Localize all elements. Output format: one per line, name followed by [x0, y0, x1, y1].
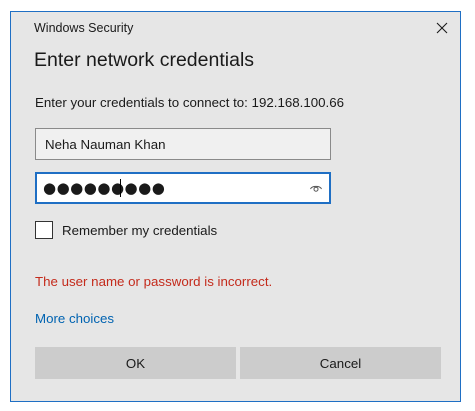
title-bar: Windows Security — [11, 12, 460, 44]
username-value: Neha Nauman Khan — [45, 137, 166, 152]
cancel-button[interactable]: Cancel — [240, 347, 441, 379]
reveal-password-button[interactable] — [309, 181, 323, 195]
password-value: ●●●●●●●●● — [43, 179, 166, 197]
more-choices-link[interactable]: More choices — [35, 311, 114, 326]
remember-checkbox[interactable] — [35, 221, 53, 239]
remember-credentials[interactable]: Remember my credentials — [35, 221, 217, 239]
window-title: Windows Security — [34, 21, 134, 35]
remember-label: Remember my credentials — [62, 222, 218, 238]
credentials-dialog: Windows Security Enter network credentia… — [10, 11, 461, 402]
password-field[interactable]: ●●●●●●●●● — [35, 172, 331, 204]
username-field[interactable]: Neha Nauman Khan — [35, 128, 331, 160]
eye-icon — [310, 185, 322, 192]
error-message: The user name or password is incorrect. — [35, 274, 273, 289]
close-button[interactable] — [424, 12, 460, 44]
dialog-heading: Enter network credentials — [34, 49, 255, 71]
text-caret — [120, 179, 121, 197]
close-icon — [436, 22, 448, 34]
ok-button[interactable]: OK — [35, 347, 236, 379]
connection-prompt: Enter your credentials to connect to: 19… — [35, 95, 344, 110]
